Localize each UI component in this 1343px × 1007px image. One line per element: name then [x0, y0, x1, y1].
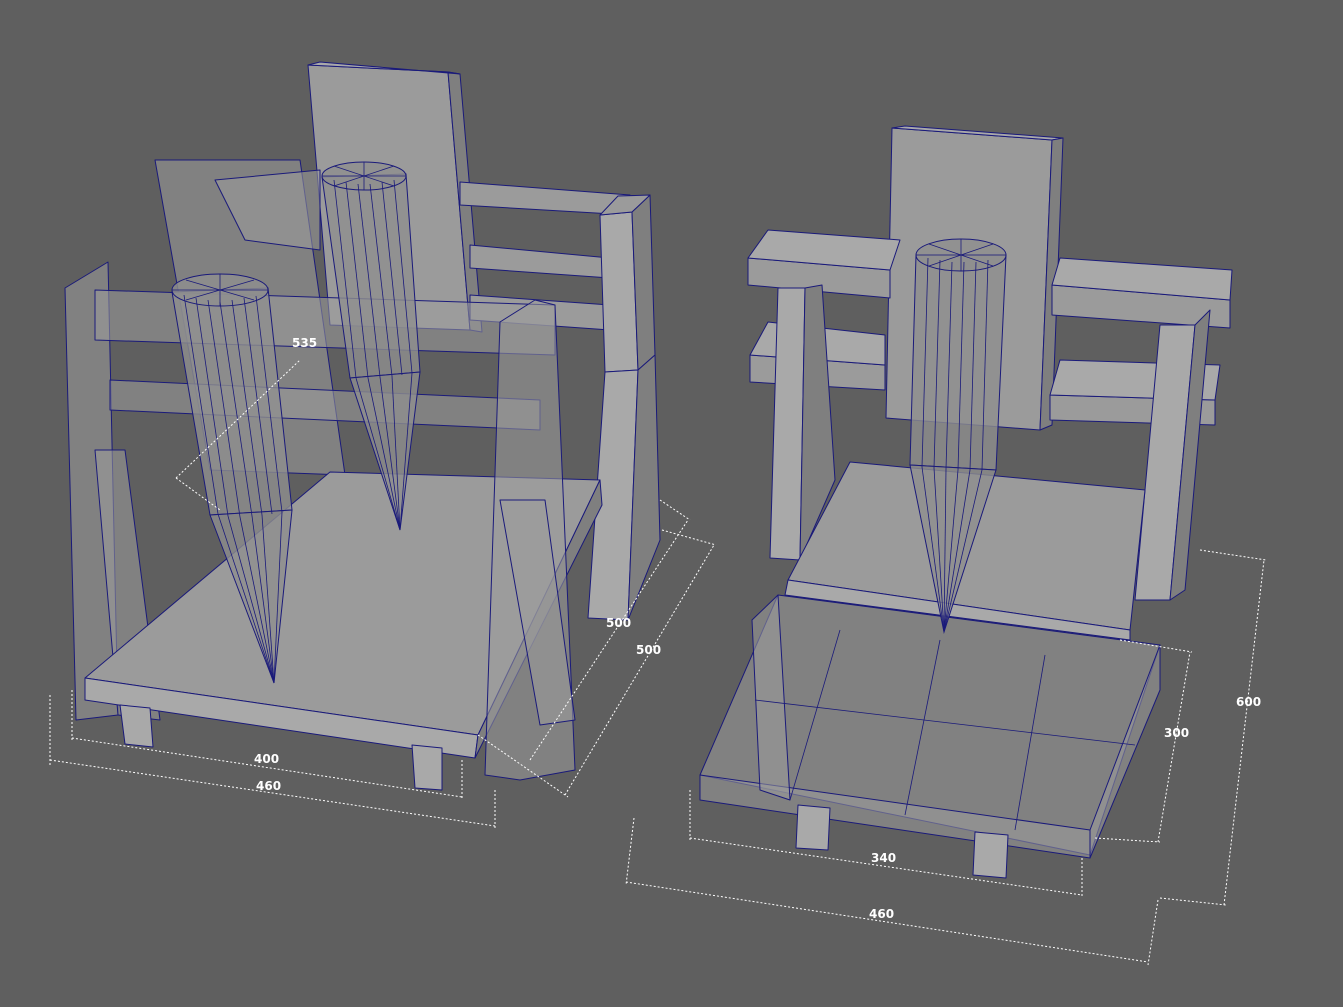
right-cnc-model[interactable] [699, 125, 1233, 879]
dim-right-height: 600 [1236, 695, 1261, 709]
dim-left-side-outer: 500 [636, 643, 661, 657]
right-bed-foot-1 [795, 804, 831, 851]
dim-left-width-inner: 400 [254, 752, 279, 766]
dim-left-width-outer: 460 [256, 779, 281, 793]
left-rear-rail-mid [469, 244, 611, 279]
left-bed-foot-1 [119, 704, 154, 748]
3d-viewport[interactable]: 535 400 460 500 500 340 460 300 600 [0, 0, 1343, 1007]
dim-left-side-inner: 500 [606, 616, 631, 630]
right-bed-foot-2 [972, 831, 1009, 879]
dim-right-width-outer: 460 [869, 907, 894, 921]
dim-right-width-inner: 340 [871, 851, 896, 865]
left-cnc-model[interactable] [64, 61, 661, 791]
dim-right-depth: 300 [1164, 726, 1189, 740]
left-bed-foot-2 [411, 744, 443, 791]
dim-left-depth: 535 [292, 336, 317, 350]
left-rear-post [599, 211, 639, 373]
scene: 535 400 460 500 500 340 460 300 600 [49, 61, 1267, 966]
